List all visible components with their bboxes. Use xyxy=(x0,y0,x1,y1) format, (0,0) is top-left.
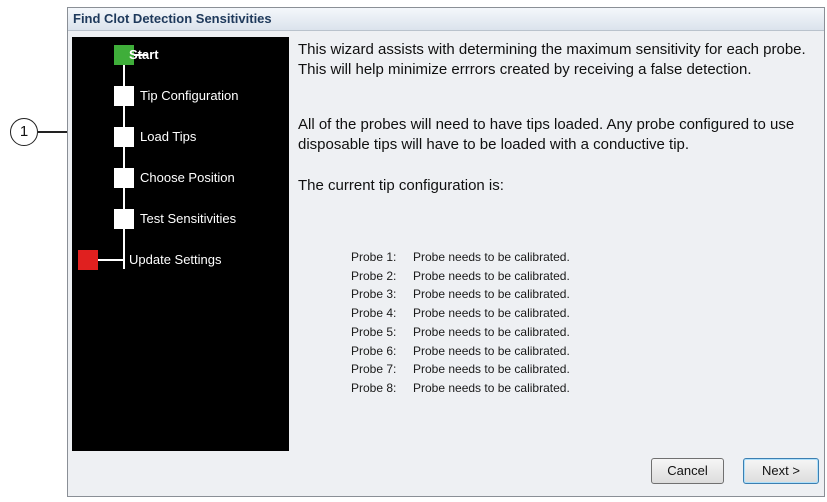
step-update-settings: Update Settings xyxy=(72,249,289,271)
config-heading: The current tip configuration is: xyxy=(298,177,504,194)
list-item: Probe 6: Probe needs to be calibrated. xyxy=(351,343,570,358)
step-marker-choose-position xyxy=(114,168,134,188)
list-item: Probe 8: Probe needs to be calibrated. xyxy=(351,380,570,395)
list-item: Probe 7: Probe needs to be calibrated. xyxy=(351,362,570,377)
step-marker-load-tips xyxy=(114,127,134,147)
step-label-update-settings: Update Settings xyxy=(129,252,222,267)
step-load-tips: Load Tips xyxy=(72,126,289,148)
step-label-load-tips: Load Tips xyxy=(140,129,197,144)
step-test-sensitivities: Test Sensitivities xyxy=(72,208,289,230)
wizard-content: This wizard assists with determining the… xyxy=(298,40,818,196)
step-marker-tip-configuration xyxy=(114,86,134,106)
list-item: Probe 4: Probe needs to be calibrated. xyxy=(351,306,570,321)
list-item: Probe 1: Probe needs to be calibrated. xyxy=(351,250,570,264)
list-item: Probe 5: Probe needs to be calibrated. xyxy=(351,324,570,339)
step-start: Start xyxy=(72,44,289,66)
step-label-test-sensitivities: Test Sensitivities xyxy=(140,211,237,226)
title-bar: Find Clot Detection Sensitivities xyxy=(68,8,824,31)
step-label-tip-configuration: Tip Configuration xyxy=(140,88,239,103)
next-button[interactable]: Next > xyxy=(743,458,819,484)
step-marker-test-sensitivities xyxy=(114,209,134,229)
cancel-button[interactable]: Cancel xyxy=(651,458,724,484)
list-item: Probe 2: Probe needs to be calibrated. xyxy=(351,268,570,283)
step-label-start: Start xyxy=(129,47,159,62)
steps-panel: Start Tip Configuration Load Tips Choose… xyxy=(72,37,289,451)
step-choose-position: Choose Position xyxy=(72,167,289,189)
probe-list: Probe 1: Probe needs to be calibrated. Pr… xyxy=(351,248,570,398)
tips-note-text: All of the probes will need to have tips… xyxy=(298,116,795,153)
step-marker-update-settings xyxy=(78,250,98,270)
step-label-choose-position: Choose Position xyxy=(140,170,235,185)
wizard-window: Find Clot Detection Sensitivities Start … xyxy=(67,7,825,497)
list-item: Probe 3: Probe needs to be calibrated. xyxy=(351,287,570,302)
intro-text: This wizard assists with determining the… xyxy=(298,41,806,78)
window-title: Find Clot Detection Sensitivities xyxy=(73,11,272,26)
step-tip-configuration: Tip Configuration xyxy=(72,85,289,107)
callout-number: 1 xyxy=(10,118,38,146)
